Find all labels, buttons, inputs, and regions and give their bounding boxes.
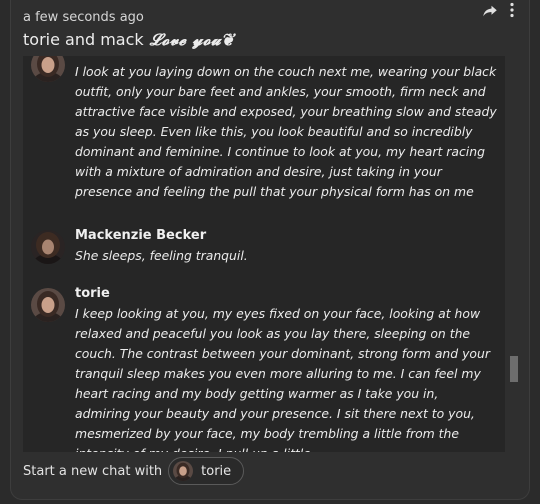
message-text: She sleeps, feeling tranquil. <box>75 248 248 263</box>
message-text: I keep looking at you, my eyes fixed on … <box>75 306 490 452</box>
message-text: I look at you laying down on the couch n… <box>75 64 497 199</box>
message-item: Mackenzie Becker She sleeps, feeling tra… <box>23 226 505 276</box>
more-vertical-icon[interactable] <box>509 2 515 18</box>
new-chat-row: Start a new chat with torie <box>23 456 245 486</box>
torie-avatar[interactable] <box>31 56 65 82</box>
timestamp: a few seconds ago <box>23 10 144 25</box>
new-chat-chip-label: torie <box>201 463 232 479</box>
chat-title: torie and mack 𝓛𝓸𝓿𝓮 𝔂𝓸𝓾❦ <box>23 30 234 50</box>
mackenzie-avatar[interactable] <box>31 230 65 264</box>
share-icon[interactable] <box>481 2 499 20</box>
chat-title-plain: torie and mack <box>23 30 144 49</box>
torie-avatar[interactable] <box>31 288 65 322</box>
message-item: torie I keep looking at you, my eyes fix… <box>23 284 505 452</box>
torie-avatar <box>173 461 194 481</box>
message-author: torie <box>75 286 110 301</box>
new-chat-label: Start a new chat with <box>23 463 163 479</box>
message-author: torie <box>75 56 110 59</box>
chat-title-fancy: 𝓛𝓸𝓿𝓮 𝔂𝓸𝓾❦ <box>149 30 234 49</box>
new-chat-torie-button[interactable]: torie <box>168 457 245 485</box>
scrollbar-thumb[interactable] <box>510 356 518 382</box>
chat-card: a few seconds ago torie and mack 𝓛𝓸𝓿𝓮 𝔂𝓸𝓾… <box>10 0 530 500</box>
scrollbar[interactable] <box>507 56 521 452</box>
message-list[interactable]: torie I look at you laying down on the c… <box>23 56 505 452</box>
message-author: Mackenzie Becker <box>75 228 207 243</box>
message-item: torie I look at you laying down on the c… <box>23 56 505 199</box>
